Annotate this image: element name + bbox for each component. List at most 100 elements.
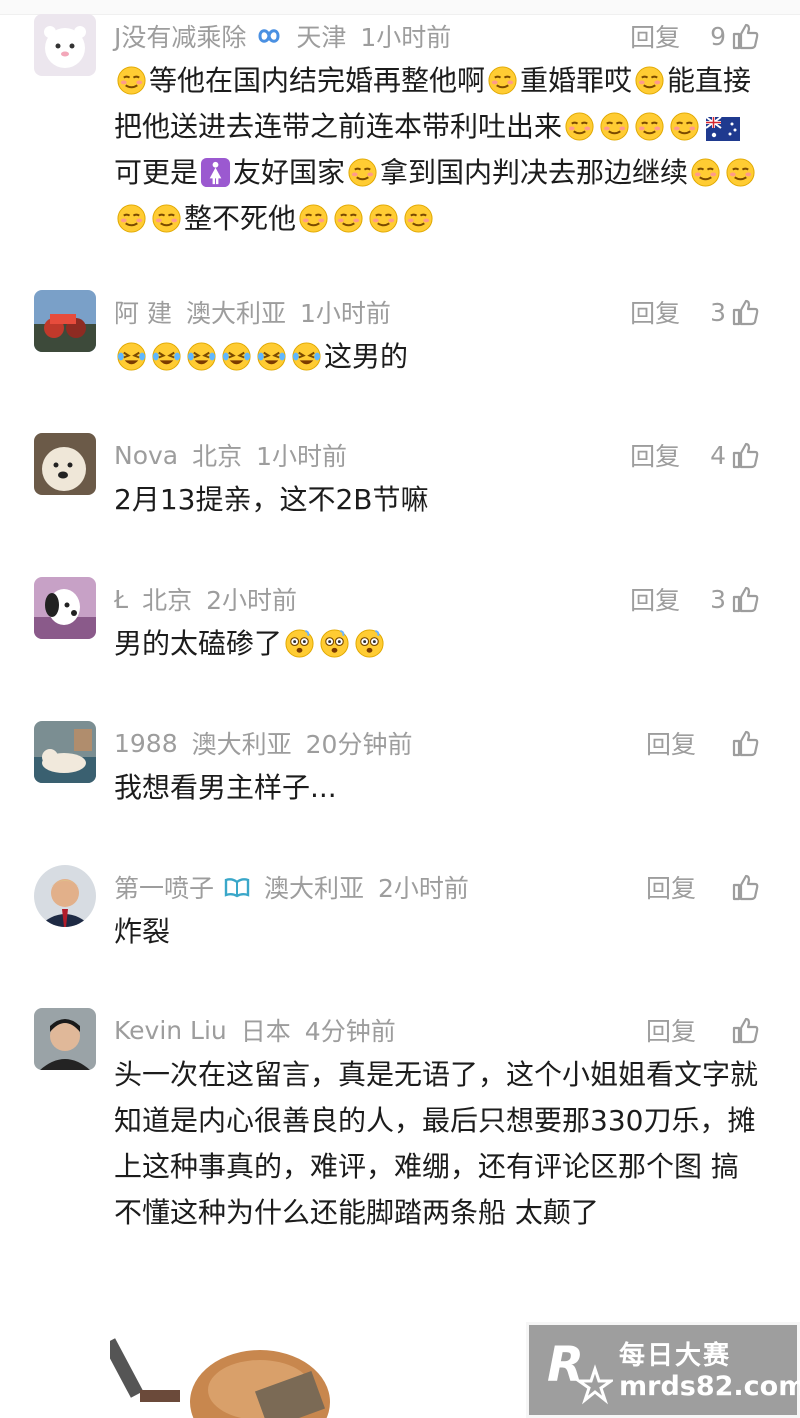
crying-laugh-face-icon (256, 341, 287, 372)
thumbs-up-icon[interactable] (730, 440, 760, 470)
timestamp: 20分钟前 (305, 730, 413, 759)
text-segment: 可更是 (114, 156, 199, 189)
username[interactable]: Ł (114, 585, 128, 614)
comment-meta: Nova 北京 1小时前 (114, 437, 347, 473)
like-count: 3 (710, 297, 726, 327)
sly-face-icon (599, 111, 630, 142)
timestamp: 2小时前 (206, 586, 297, 615)
comment-actions: 回复 3 (630, 294, 760, 330)
watermark: R 每日大赛 mrds82.com (526, 1322, 800, 1418)
like-button[interactable] (726, 1015, 760, 1045)
location: 澳大利亚 (191, 730, 292, 759)
avatar[interactable] (34, 290, 96, 352)
sly-face-icon (151, 203, 182, 234)
location: 澳大利亚 (264, 874, 365, 903)
book-badge (222, 875, 252, 899)
thumbs-up-icon[interactable] (730, 728, 760, 758)
avatar[interactable] (34, 865, 96, 927)
comment-text: 男的太磕碜了 (114, 621, 764, 667)
timestamp: 4分钟前 (304, 1017, 396, 1046)
sly-face-icon (298, 203, 329, 234)
sly-face-icon (368, 203, 399, 234)
thumbs-up-icon[interactable] (730, 872, 760, 902)
reply-button[interactable]: 回复 (630, 581, 680, 617)
reply-button[interactable]: 回复 (630, 437, 680, 473)
infinity-badge (254, 24, 284, 48)
comment-text: 这男的 (114, 334, 764, 380)
sly-face-icon (333, 203, 364, 234)
sly-face-icon (725, 157, 756, 188)
avatar[interactable] (34, 721, 96, 783)
username[interactable]: 1988 (114, 729, 178, 758)
timestamp: 2小时前 (378, 874, 469, 903)
location: 北京 (142, 586, 193, 615)
crying-laugh-face-icon (116, 341, 147, 372)
username[interactable]: J没有减乘除 (114, 18, 246, 54)
text-segment: 炸裂 (114, 915, 171, 948)
dizzy-face-icon (354, 628, 385, 659)
sly-face-icon (403, 203, 434, 234)
avatar[interactable] (34, 1008, 96, 1070)
like-button[interactable]: 3 (710, 584, 760, 614)
sly-face-icon (669, 111, 700, 142)
text-segment: 整不死他 (184, 202, 297, 235)
text-segment: 2月13提亲，这不2B节嘛 (114, 483, 429, 516)
like-button[interactable] (726, 872, 760, 902)
reply-button[interactable]: 回复 (630, 294, 680, 330)
text-segment: 头一次在这留言，真是无语了，这个小姐姐看文字就知道是内心很善良的人，最后只想要那… (114, 1058, 759, 1229)
sly-face-icon (634, 65, 665, 96)
reply-button[interactable]: 回复 (630, 18, 680, 54)
timestamp: 1小时前 (299, 299, 391, 328)
sly-face-icon (564, 111, 595, 142)
avatar[interactable] (34, 433, 96, 495)
watermark-title: 每日大赛 (619, 1341, 732, 1371)
comment-meta: J没有减乘除 天津 1小时前 (114, 18, 451, 54)
reply-button[interactable]: 回复 (646, 1012, 696, 1048)
like-count: 3 (710, 584, 726, 614)
reply-button[interactable]: 回复 (646, 869, 696, 905)
username[interactable]: 阿 建 (114, 294, 172, 330)
like-count: 4 (710, 440, 726, 470)
sly-face-icon (347, 157, 378, 188)
thumbs-up-icon[interactable] (730, 21, 760, 51)
username[interactable]: Nova (114, 441, 178, 470)
comment-text: 等他在国内结完婚再整他啊 重婚罪哎 能直接把他送进去连带之前连本带利吐出来 可更是 友好… (114, 58, 764, 242)
thumbs-up-icon[interactable] (730, 584, 760, 614)
text-segment: 重婚罪哎 (520, 64, 633, 97)
watermark-url: mrds82.com (619, 1371, 800, 1402)
username[interactable]: 第一喷子 (114, 869, 214, 905)
avatar[interactable] (34, 577, 96, 639)
comment-actions: 回复 4 (630, 437, 760, 473)
like-button[interactable]: 4 (710, 440, 760, 470)
comment-meta: 第一喷子 澳大利亚 2小时前 (114, 869, 469, 905)
location: 日本 (240, 1017, 291, 1046)
location: 北京 (192, 442, 243, 471)
sly-face-icon (690, 157, 721, 188)
watermark-logo: R (547, 1337, 613, 1405)
text-segment: 拿到国内判决去那边继续 (380, 156, 689, 189)
comment-meta: Ł 北京 2小时前 (114, 581, 297, 617)
text-segment: 这男的 (324, 340, 409, 373)
dizzy-face-icon (284, 628, 315, 659)
comment-actions: 回复 (646, 725, 760, 761)
location: 澳大利亚 (185, 299, 286, 328)
sly-face-icon (116, 203, 147, 234)
text-segment: 男的太磕碜了 (114, 627, 283, 660)
like-button[interactable]: 9 (710, 21, 760, 51)
like-button[interactable] (726, 728, 760, 758)
text-segment: 我想看男主样子... (114, 771, 337, 804)
like-count: 9 (710, 21, 726, 51)
avatar[interactable] (34, 14, 96, 76)
like-button[interactable]: 3 (710, 297, 760, 327)
top-divider (0, 0, 800, 15)
comment-actions: 回复 9 (630, 18, 760, 54)
female-sign-icon (200, 157, 231, 188)
thumbs-up-icon[interactable] (730, 1015, 760, 1045)
username[interactable]: Kevin Liu (114, 1016, 227, 1045)
crying-laugh-face-icon (291, 341, 322, 372)
crying-laugh-face-icon (186, 341, 217, 372)
reply-button[interactable]: 回复 (646, 725, 696, 761)
comment-actions: 回复 3 (630, 581, 760, 617)
thumbs-up-icon[interactable] (730, 297, 760, 327)
location: 天津 (296, 23, 347, 52)
